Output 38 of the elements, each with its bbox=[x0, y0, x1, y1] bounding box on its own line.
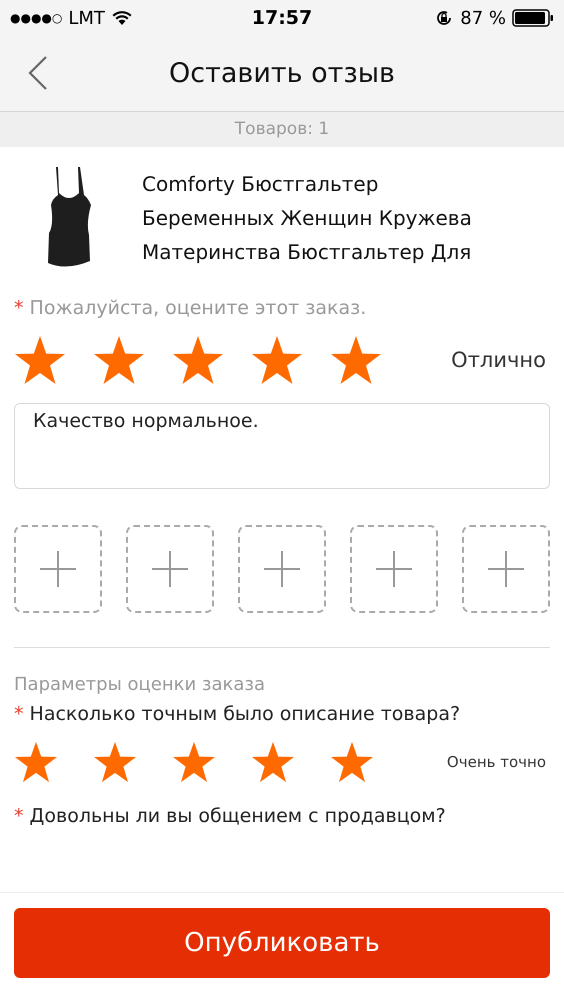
publish-button[interactable]: Опубликовать bbox=[14, 908, 550, 978]
plus-icon bbox=[487, 550, 525, 588]
product-title: Comforty Бюстгальтер Беременных Женщин Кружева Материнства Бюстгальтер Для bbox=[142, 171, 473, 266]
add-photo-button[interactable] bbox=[14, 525, 102, 613]
star-icon[interactable] bbox=[14, 741, 58, 783]
star-icon[interactable] bbox=[251, 741, 295, 783]
rating-prompt: * Пожалуйста, оцените этот заказ. bbox=[13, 297, 368, 319]
star-icon[interactable] bbox=[172, 741, 216, 783]
star-icon[interactable] bbox=[93, 335, 145, 385]
add-photo-button[interactable] bbox=[350, 525, 438, 613]
star-icon[interactable] bbox=[93, 741, 137, 783]
battery-percent: 87 % bbox=[460, 8, 506, 28]
rating-label: Очень точно bbox=[446, 753, 546, 771]
star-icon[interactable] bbox=[251, 335, 303, 385]
star-icon[interactable] bbox=[172, 335, 224, 385]
star-icon[interactable] bbox=[14, 335, 66, 385]
back-icon[interactable] bbox=[28, 56, 48, 90]
plus-icon bbox=[39, 550, 77, 588]
items-count-bar: Товаров: 1 bbox=[0, 112, 564, 147]
plus-icon bbox=[263, 550, 301, 588]
rating-question: * Довольны ли вы общением с продавцом? bbox=[13, 805, 447, 827]
wifi-icon bbox=[110, 10, 133, 26]
battery-icon bbox=[512, 9, 554, 27]
star-icon[interactable] bbox=[330, 741, 374, 783]
carrier-name: LMT bbox=[68, 8, 105, 28]
add-photo-button[interactable] bbox=[238, 525, 326, 613]
section-title: Параметры оценки заказа bbox=[13, 674, 266, 695]
star-icon[interactable] bbox=[330, 335, 382, 385]
status-time: 17:57 bbox=[252, 7, 312, 29]
page-title: Оставить отзыв bbox=[169, 58, 395, 89]
rating-label: Отлично bbox=[451, 348, 546, 372]
add-photo-button[interactable] bbox=[126, 525, 214, 613]
add-photo-button[interactable] bbox=[462, 525, 550, 613]
review-text-field[interactable]: Качество нормальное. bbox=[14, 403, 550, 489]
rating-question: * Насколько точным было описание товара? bbox=[13, 703, 462, 725]
plus-icon bbox=[375, 550, 413, 588]
signal-strength: ●●●●○ bbox=[10, 11, 62, 25]
plus-icon bbox=[151, 550, 189, 588]
